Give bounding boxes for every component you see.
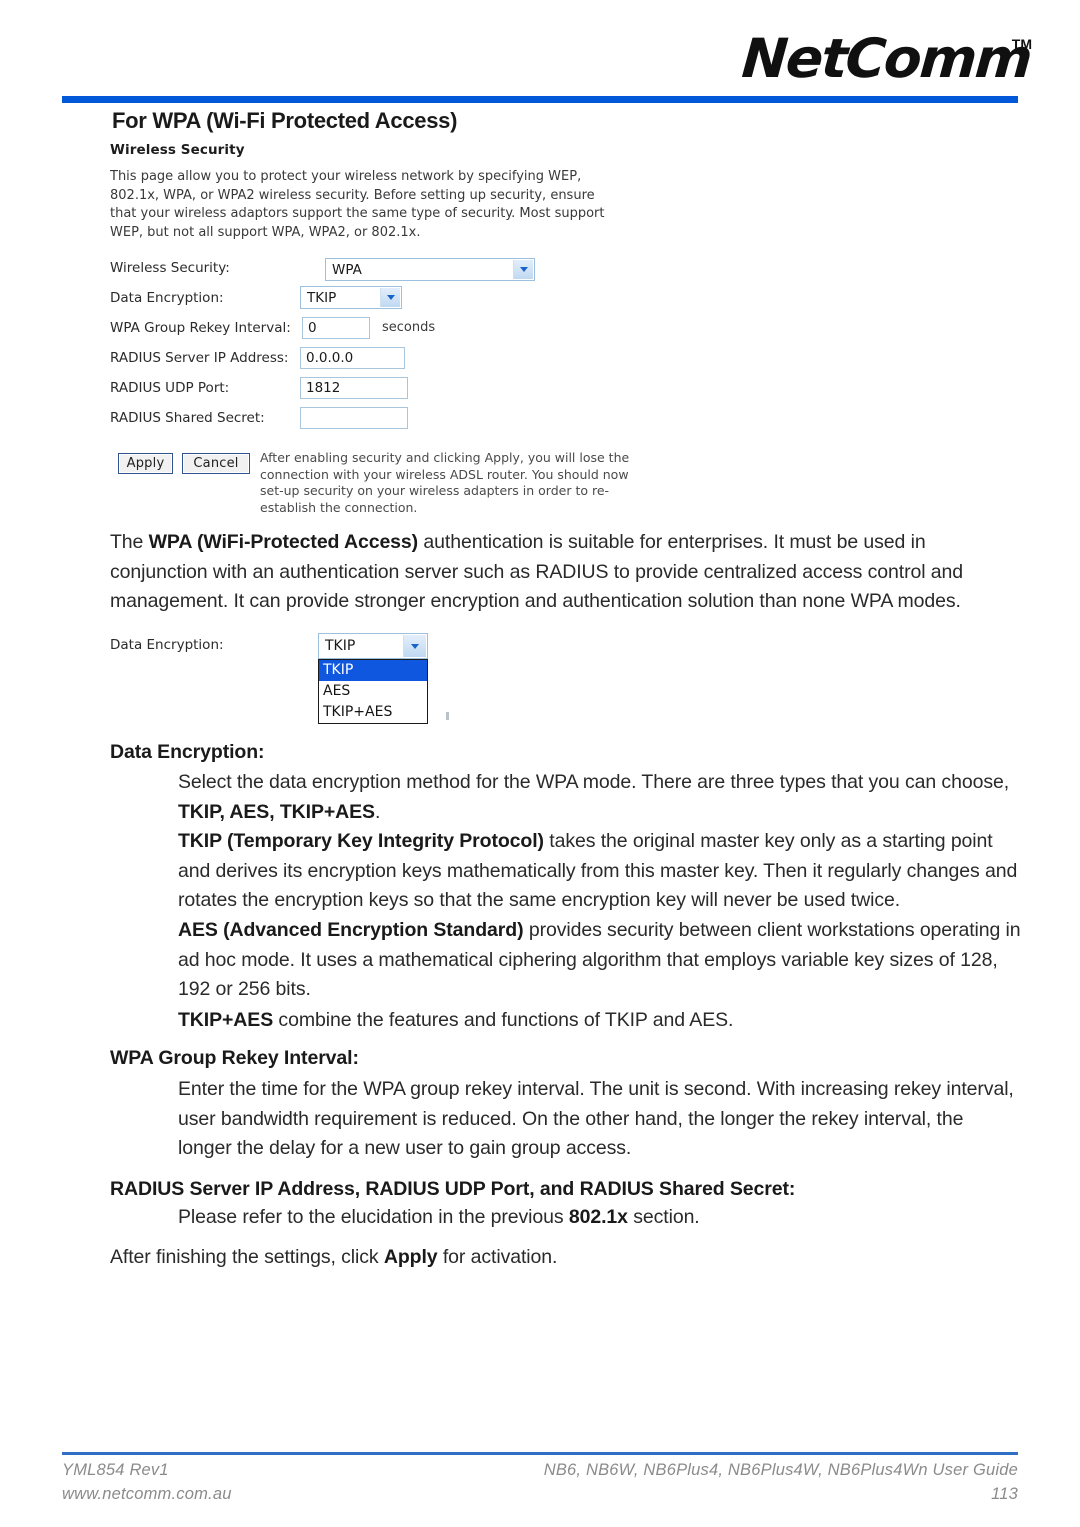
- label-radius-ip: RADIUS Server IP Address:: [110, 350, 289, 366]
- aes-bold-term: AES (Advanced Encryption Standard): [178, 919, 524, 941]
- data-encryption-paragraph: Select the data encryption method for th…: [178, 768, 1018, 827]
- scroll-tick-mark: [446, 712, 449, 720]
- footer-rule: [62, 1452, 1018, 1455]
- intro-part-a: The: [110, 531, 149, 553]
- de-bold-types: TKIP, AES, TKIP+AES: [178, 800, 375, 823]
- intro-bold-wpa: WPA (WiFi-Protected Access): [148, 531, 419, 553]
- footer-guide-title: NB6, NB6W, NB6Plus4, NB6Plus4W, NB6Plus4…: [543, 1461, 1018, 1479]
- label-wireless-security: Wireless Security:: [110, 260, 230, 276]
- wireless-security-select[interactable]: WPA: [325, 258, 535, 281]
- button-note-text: After enabling security and clicking App…: [260, 450, 630, 515]
- netcomm-logo: NetComm TM: [740, 26, 1033, 92]
- data-encryption-select-open[interactable]: TKIP: [318, 633, 428, 659]
- header-rule: [62, 96, 1018, 103]
- footer-website: www.netcomm.com.au: [62, 1485, 232, 1503]
- trademark-symbol: TM: [1011, 36, 1032, 52]
- data-encryption-select[interactable]: TKIP: [300, 286, 402, 309]
- de-part-a: Select the data encryption method for th…: [178, 771, 1010, 793]
- chevron-down-icon[interactable]: [380, 288, 400, 307]
- heading-data-encryption: Data Encryption:: [110, 741, 265, 763]
- wireless-security-description: This page allow you to protect your wire…: [110, 169, 605, 240]
- closing-paragraph: After finishing the settings, click Appl…: [110, 1243, 950, 1273]
- radius-bold-8021x: 802.1x: [568, 1206, 628, 1228]
- label-radius-port: RADIUS UDP Port:: [110, 380, 230, 396]
- radius-secret-input[interactable]: [300, 407, 408, 429]
- data-encryption-select-value: TKIP: [307, 289, 337, 306]
- label-rekey-interval: WPA Group Rekey Interval:: [110, 320, 291, 336]
- wireless-security-select-value: WPA: [332, 261, 362, 278]
- tkip-bold-term: TKIP (Temporary Key Integrity Protocol): [178, 830, 544, 852]
- intro-paragraph: The WPA (WiFi-Protected Access) authenti…: [110, 528, 1018, 617]
- radius-ip-input[interactable]: 0.0.0.0: [300, 347, 405, 369]
- rekey-interval-value: 0: [308, 320, 317, 336]
- radius-port-input[interactable]: 1812: [300, 377, 408, 399]
- heading-rekey-interval: WPA Group Rekey Interval:: [110, 1047, 359, 1069]
- chevron-down-icon[interactable]: [513, 260, 533, 279]
- tkip-aes-paragraph: TKIP+AES combine the features and functi…: [178, 1006, 1018, 1036]
- label-data-encryption-open: Data Encryption:: [110, 637, 224, 653]
- chevron-down-icon[interactable]: [403, 635, 426, 657]
- tkipaes-bold-term: TKIP+AES: [178, 1009, 274, 1031]
- de-part-c: .: [374, 800, 381, 823]
- data-encryption-dropdown-screenshot: Data Encryption: TKIP TKIP AES TKIP+AES: [110, 628, 470, 724]
- label-data-encryption: Data Encryption:: [110, 290, 224, 306]
- tkip-paragraph: TKIP (Temporary Key Integrity Protocol) …: [178, 827, 1018, 916]
- cancel-button[interactable]: Cancel: [182, 453, 250, 474]
- footer-page-number: 113: [991, 1485, 1018, 1503]
- option-aes[interactable]: AES: [319, 681, 427, 702]
- aes-paragraph: AES (Advanced Encryption Standard) provi…: [178, 916, 1024, 1005]
- radius-paragraph: Please refer to the elucidation in the p…: [178, 1203, 1018, 1233]
- rekey-interval-unit: seconds: [382, 320, 436, 335]
- page-title: For WPA (Wi-Fi Protected Access): [112, 108, 458, 133]
- closing-bold-apply: Apply: [383, 1246, 438, 1268]
- option-tkip-aes[interactable]: TKIP+AES: [319, 702, 427, 723]
- router-wireless-security-screenshot: Wireless Security This page allow you to…: [110, 140, 730, 515]
- data-encryption-open-value: TKIP: [325, 638, 356, 654]
- tkipaes-text: combine the features and functions of TK…: [273, 1009, 734, 1031]
- closing-part-c: for activation.: [437, 1246, 558, 1268]
- netcomm-wordmark: NetComm: [739, 27, 1033, 90]
- data-encryption-option-list[interactable]: TKIP AES TKIP+AES: [318, 659, 428, 724]
- heading-radius-fields: RADIUS Server IP Address, RADIUS UDP Por…: [110, 1178, 796, 1200]
- radius-part-c: section.: [627, 1206, 700, 1228]
- rekey-paragraph: Enter the time for the WPA group rekey i…: [178, 1078, 1014, 1159]
- radius-ip-value: 0.0.0.0: [306, 350, 354, 366]
- apply-button[interactable]: Apply: [118, 453, 173, 474]
- wireless-security-heading: Wireless Security: [110, 142, 245, 158]
- option-tkip[interactable]: TKIP: [319, 660, 427, 681]
- rekey-interval-input[interactable]: 0: [302, 317, 370, 339]
- radius-part-a: Please refer to the elucidation in the p…: [178, 1206, 569, 1228]
- closing-part-a: After finishing the settings, click: [110, 1246, 384, 1268]
- footer-doc-revision: YML854 Rev1: [62, 1461, 169, 1479]
- radius-port-value: 1812: [306, 380, 341, 396]
- label-radius-secret: RADIUS Shared Secret:: [110, 410, 265, 426]
